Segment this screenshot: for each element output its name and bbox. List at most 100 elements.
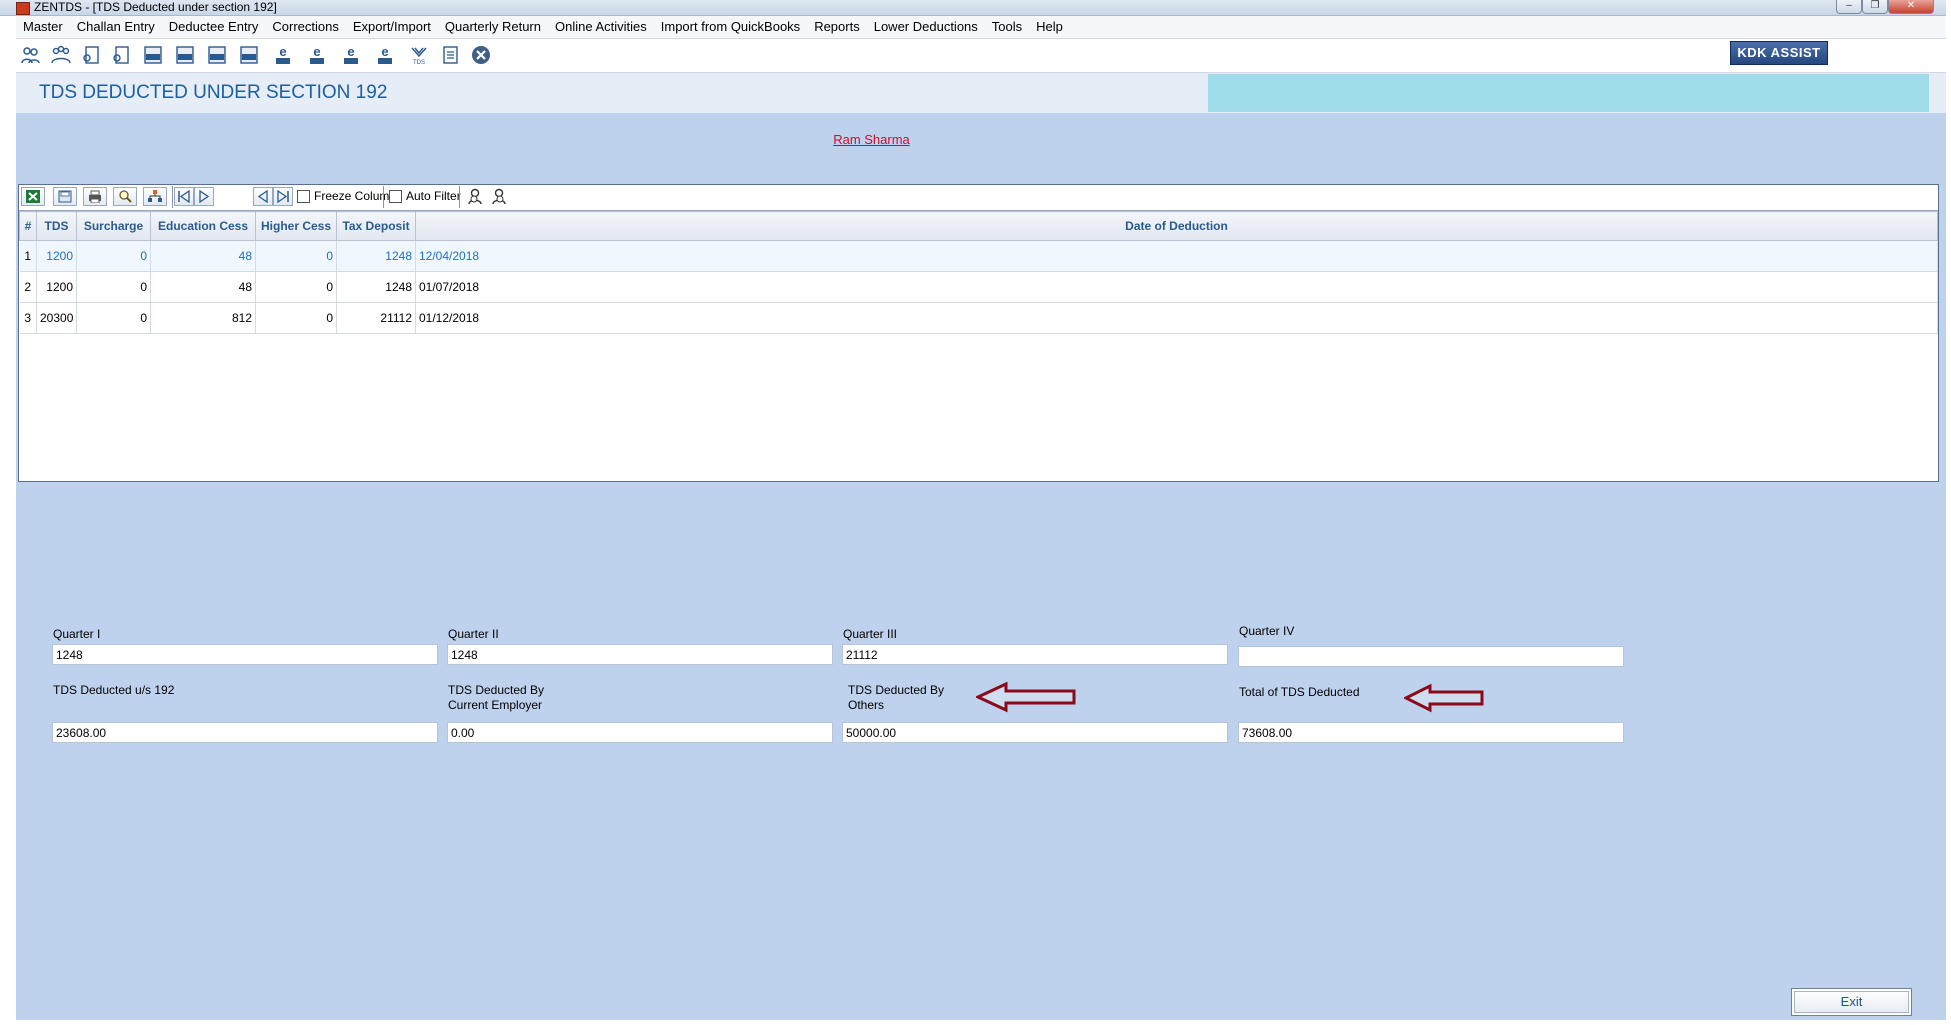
e26-icon[interactable]: e (306, 44, 328, 66)
cell-tds[interactable]: 1200 (36, 271, 77, 303)
menu-export-import[interactable]: Export/Import (346, 16, 438, 38)
close-circle-icon[interactable] (470, 44, 492, 66)
cell-education-cess[interactable]: 48 (150, 240, 256, 272)
menu-lower-deductions[interactable]: Lower Deductions (867, 16, 985, 38)
e27-icon[interactable]: e (340, 44, 362, 66)
menu-bar: Master Challan Entry Deductee Entry Corr… (16, 16, 1946, 39)
current-employer-label-line1: TDS Deducted By (448, 683, 545, 697)
26q-icon[interactable] (174, 44, 196, 66)
menu-quarterly-return[interactable]: Quarterly Return (438, 16, 548, 38)
menu-deductee-entry[interactable]: Deductee Entry (162, 16, 266, 38)
total-tds-field[interactable]: 73608.00 (1238, 722, 1624, 743)
save-icon[interactable] (53, 187, 77, 206)
table-row[interactable]: 1 1200 0 48 0 1248 12/04/2018 (19, 240, 1938, 272)
cell-tds[interactable]: 20300 (36, 302, 77, 334)
menu-challan-entry[interactable]: Challan Entry (70, 16, 162, 38)
cell-higher-cess[interactable]: 0 (255, 271, 337, 303)
close-window-button[interactable]: ✕ (1888, 0, 1934, 14)
cell-date[interactable]: 01/07/2018 (415, 271, 1938, 303)
previous-page-icon[interactable] (253, 187, 273, 206)
kdk-assist-button[interactable]: KDK ASSIST (1730, 41, 1828, 65)
last-record-icon[interactable] (273, 187, 293, 206)
exit-button[interactable]: Exit (1791, 988, 1912, 1016)
tds-icon[interactable]: TDS (408, 44, 430, 66)
e27eq-icon[interactable]: e (374, 44, 396, 66)
menu-help[interactable]: Help (1029, 16, 1070, 38)
form2-icon[interactable] (110, 44, 132, 66)
persons-icon[interactable] (20, 44, 42, 66)
menu-tools[interactable]: Tools (985, 16, 1029, 38)
quarter-4-field[interactable] (1238, 646, 1624, 667)
col-header-tax-deposit[interactable]: Tax Deposit (336, 211, 416, 241)
quarter-3-field[interactable]: 21112 (842, 644, 1228, 665)
restore-button[interactable]: ❐ (1862, 0, 1888, 14)
group-icon[interactable] (50, 44, 72, 66)
row-index: 1 (19, 240, 37, 272)
checkbox-box[interactable] (297, 189, 310, 203)
menu-master[interactable]: Master (16, 16, 70, 38)
col-header-education-cess[interactable]: Education Cess (150, 211, 256, 241)
deductee-name-link[interactable]: Ram Sharma (16, 132, 1727, 147)
27eq-icon[interactable] (238, 44, 260, 66)
cell-tds[interactable]: 1200 (36, 240, 77, 272)
others-label-line1: TDS Deducted By (848, 683, 945, 697)
quarter-2-field[interactable]: 1248 (447, 644, 833, 665)
search-icon[interactable] (113, 187, 137, 206)
cell-surcharge[interactable]: 0 (76, 271, 151, 303)
quarter-4-label: Quarter IV (1239, 624, 1295, 638)
export-excel-icon[interactable] (21, 187, 45, 206)
current-employer-field[interactable]: 0.00 (447, 722, 833, 743)
cell-surcharge[interactable]: 0 (76, 302, 151, 334)
quarter-2-label: Quarter II (448, 627, 499, 641)
cell-higher-cess[interactable]: 0 (255, 240, 337, 272)
find-user-next-icon[interactable] (490, 188, 508, 206)
col-header-tds[interactable]: TDS (36, 211, 77, 241)
cell-education-cess[interactable]: 48 (150, 271, 256, 303)
col-header-surcharge[interactable]: Surcharge (76, 211, 151, 241)
cell-tax-deposit[interactable]: 1248 (336, 271, 416, 303)
next-record-icon[interactable] (194, 187, 214, 206)
row-index: 2 (19, 271, 37, 303)
minimize-button[interactable]: – (1836, 0, 1862, 14)
auto-filter-checkbox[interactable]: Auto Filter (389, 189, 461, 203)
find-user-icon[interactable] (466, 188, 484, 206)
menu-reports[interactable]: Reports (807, 16, 867, 38)
total-tds-label: Total of TDS Deducted (1239, 685, 1360, 699)
cell-higher-cess[interactable]: 0 (255, 302, 337, 334)
tds-192-field[interactable]: 23608.00 (52, 722, 438, 743)
menu-corrections[interactable]: Corrections (265, 16, 345, 38)
freeze-column-checkbox[interactable]: Freeze Column (297, 189, 396, 203)
current-employer-label-line2: Current Employer (448, 698, 543, 712)
e24-icon[interactable]: e (272, 44, 294, 66)
quarter-1-field[interactable]: 1248 (52, 644, 438, 665)
table-row[interactable]: 2 1200 0 48 0 1248 01/07/2018 (19, 271, 1938, 303)
cell-surcharge[interactable]: 0 (76, 240, 151, 272)
grid-toolbar: Freeze Column Auto Filter (19, 185, 1938, 211)
col-header-date-of-deduction[interactable]: Date of Deduction (415, 211, 1938, 241)
toolbar-separator (459, 186, 460, 208)
cell-tax-deposit[interactable]: 21112 (336, 302, 416, 334)
cell-tax-deposit[interactable]: 1248 (336, 240, 416, 272)
window-title: ZENTDS - [TDS Deducted under section 192… (34, 0, 277, 14)
tds-192-label: TDS Deducted u/s 192 (53, 683, 175, 697)
24q-icon[interactable] (142, 44, 164, 66)
report-icon[interactable] (440, 44, 462, 66)
form-icon[interactable] (80, 44, 102, 66)
col-header-higher-cess[interactable]: Higher Cess (255, 211, 337, 241)
others-field[interactable]: 50000.00 (842, 722, 1228, 743)
menu-import-quickbooks[interactable]: Import from QuickBooks (654, 16, 807, 38)
menu-online-activities[interactable]: Online Activities (548, 16, 654, 38)
first-record-icon[interactable] (174, 187, 194, 206)
others-label-line2: Others (848, 698, 885, 712)
current-employer-label: TDS Deducted By Current Employer (448, 683, 544, 713)
col-header-index[interactable]: # (19, 211, 37, 241)
27q-icon[interactable] (206, 44, 228, 66)
print-icon[interactable] (83, 187, 107, 206)
hierarchy-icon[interactable] (143, 187, 167, 206)
cell-education-cess[interactable]: 812 (150, 302, 256, 334)
checkbox-box[interactable] (389, 189, 402, 203)
cell-date[interactable]: 12/04/2018 (415, 240, 1938, 272)
table-row[interactable]: 3 20300 0 812 0 21112 01/12/2018 (19, 302, 1938, 334)
cell-date[interactable]: 01/12/2018 (415, 302, 1938, 334)
quarter-3-label: Quarter III (843, 627, 898, 641)
